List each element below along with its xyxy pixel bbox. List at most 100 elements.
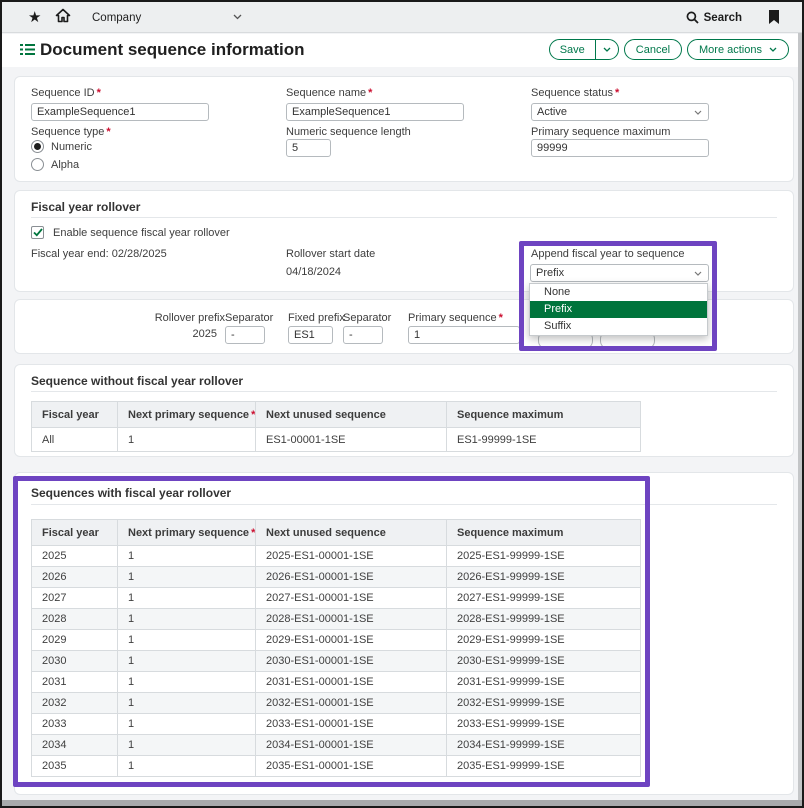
table-cell: 2027-ES1-99999-1SE (447, 588, 641, 609)
enable-rollover-label: Enable sequence fiscal year rollover (53, 227, 230, 239)
table-row: 202612026-ES1-00001-1SE2026-ES1-99999-1S… (32, 567, 641, 588)
dropdown-option-prefix[interactable]: Prefix (530, 301, 707, 318)
save-button[interactable]: Save (550, 40, 595, 59)
append-fiscal-year-label: Append fiscal year to sequence (531, 248, 685, 260)
sequence-id-label: Sequence ID* (31, 87, 101, 99)
radio-unselected-icon (31, 158, 44, 171)
table-cell: 1 (118, 693, 256, 714)
no-rollover-section-title: Sequence without fiscal year rollover (31, 374, 243, 388)
favorites-star-icon[interactable]: ★ (28, 8, 41, 26)
table-row: 203112031-ES1-00001-1SE2031-ES1-99999-1S… (32, 672, 641, 693)
primary-sequence-input[interactable] (408, 326, 520, 344)
table-row: 202512025-ES1-00001-1SE2025-ES1-99999-1S… (32, 546, 641, 567)
table-cell: 1 (118, 714, 256, 735)
table-cell: 2032 (32, 693, 118, 714)
required-marker: * (251, 527, 255, 539)
table-cell: 2031-ES1-99999-1SE (447, 672, 641, 693)
global-search[interactable]: Search (686, 2, 742, 33)
numeric-sequence-length-label: Numeric sequence length (286, 126, 411, 138)
table-row: 202812028-ES1-00001-1SE2028-ES1-99999-1S… (32, 609, 641, 630)
table-cell: 1 (118, 756, 256, 777)
table-cell: 2026-ES1-00001-1SE (256, 567, 447, 588)
top-bar: ★ Company Search (2, 2, 802, 33)
bookmark-icon[interactable] (768, 9, 780, 30)
column-header: Fiscal year (32, 402, 118, 428)
page-header: Document sequence information Save Cance… (2, 34, 802, 67)
numeric-sequence-length-input[interactable] (286, 139, 331, 157)
append-fiscal-year-select[interactable]: Prefix (530, 264, 709, 282)
separator2-input[interactable] (343, 326, 383, 344)
primary-sequence-maximum-input[interactable] (531, 139, 709, 157)
column-header: Next unused sequence (256, 402, 447, 428)
table-cell: 2028 (32, 609, 118, 630)
bottom-window-strip (2, 800, 802, 806)
sequence-name-input[interactable] (286, 103, 464, 121)
list-menu-icon[interactable] (20, 43, 35, 61)
section-divider (31, 504, 777, 505)
alpha-radio-label: Alpha (51, 159, 79, 171)
column-header: Sequence maximum (447, 520, 641, 546)
sequence-type-numeric-radio[interactable]: Numeric (31, 140, 92, 153)
sequence-type-label: Sequence type* (31, 126, 111, 138)
cancel-button[interactable]: Cancel (624, 39, 682, 60)
table-cell: 2035-ES1-00001-1SE (256, 756, 447, 777)
home-icon[interactable] (55, 8, 71, 29)
table-row: 203212032-ES1-00001-1SE2032-ES1-99999-1S… (32, 693, 641, 714)
rollover-start-date-value: 04/18/2024 (286, 266, 341, 278)
dropdown-option-suffix[interactable]: Suffix (530, 318, 707, 335)
table-cell: 2030 (32, 651, 118, 672)
table-cell: 2028-ES1-99999-1SE (447, 609, 641, 630)
table-cell: 2035 (32, 756, 118, 777)
rollover-start-date-label: Rollover start date (286, 248, 375, 260)
append-fiscal-year-dropdown-menu: None Prefix Suffix (529, 283, 708, 336)
table-cell: 1 (118, 609, 256, 630)
table-cell: 2026 (32, 567, 118, 588)
table-cell: ES1-99999-1SE (447, 428, 641, 452)
table-cell: 2029 (32, 630, 118, 651)
sequence-without-rollover-card: Sequence without fiscal year rollover Fi… (14, 364, 794, 457)
sequence-type-alpha-radio[interactable]: Alpha (31, 158, 79, 171)
table-cell: 2033 (32, 714, 118, 735)
sequence-status-select[interactable]: Active (531, 103, 709, 121)
table-cell: 2034-ES1-99999-1SE (447, 735, 641, 756)
separator1-input[interactable] (225, 326, 265, 344)
primary-sequence-label: Primary sequence* (408, 312, 503, 324)
table-cell: 2030-ES1-99999-1SE (447, 651, 641, 672)
table-cell: ES1-00001-1SE (256, 428, 447, 452)
dropdown-option-none[interactable]: None (530, 284, 707, 301)
section-divider (31, 217, 777, 218)
rollover-section-title: Sequences with fiscal year rollover (31, 486, 231, 500)
fixed-prefix-input[interactable] (288, 326, 333, 344)
fixed-prefix-label: Fixed prefix (288, 312, 345, 324)
sequence-name-label: Sequence name* (286, 87, 372, 99)
chevron-down-icon (603, 47, 611, 52)
rollover-prefix-label: Rollover prefix (145, 312, 225, 324)
chevron-down-icon (694, 271, 702, 276)
fiscal-year-end-text: Fiscal year end: 02/28/2025 (31, 248, 167, 260)
vertical-scrollbar[interactable] (798, 33, 802, 800)
company-menu[interactable]: Company (92, 2, 242, 33)
sequence-id-input[interactable] (31, 103, 209, 121)
column-header: Next primary sequence* (118, 520, 256, 546)
table-cell: 2026-ES1-99999-1SE (447, 567, 641, 588)
table-cell: 1 (118, 651, 256, 672)
more-actions-button[interactable]: More actions (687, 39, 789, 60)
fiscal-year-rollover-card: Fiscal year rollover Enable sequence fis… (14, 190, 794, 292)
checkbox-checked-icon (31, 226, 44, 239)
chevron-down-icon (694, 110, 702, 115)
separator2-label: Separator (343, 312, 391, 324)
enable-rollover-checkbox[interactable]: Enable sequence fiscal year rollover (31, 226, 230, 239)
company-menu-label: Company (92, 12, 141, 24)
table-cell: 2034-ES1-00001-1SE (256, 735, 447, 756)
numeric-radio-label: Numeric (51, 141, 92, 153)
app-window: ★ Company Search Document sequence infor… (0, 0, 804, 808)
table-cell: 1 (118, 428, 256, 452)
save-dropdown-button[interactable] (595, 40, 618, 59)
sequences-with-rollover-card: Sequences with fiscal year rollover Fisc… (14, 472, 794, 795)
save-split-button: Save (549, 39, 619, 60)
table-row: 203312033-ES1-00001-1SE2033-ES1-99999-1S… (32, 714, 641, 735)
table-cell: 2029-ES1-00001-1SE (256, 630, 447, 651)
table-cell: 2025 (32, 546, 118, 567)
table-header-row: Fiscal yearNext primary sequence*Next un… (32, 520, 641, 546)
table-cell: 2032-ES1-99999-1SE (447, 693, 641, 714)
